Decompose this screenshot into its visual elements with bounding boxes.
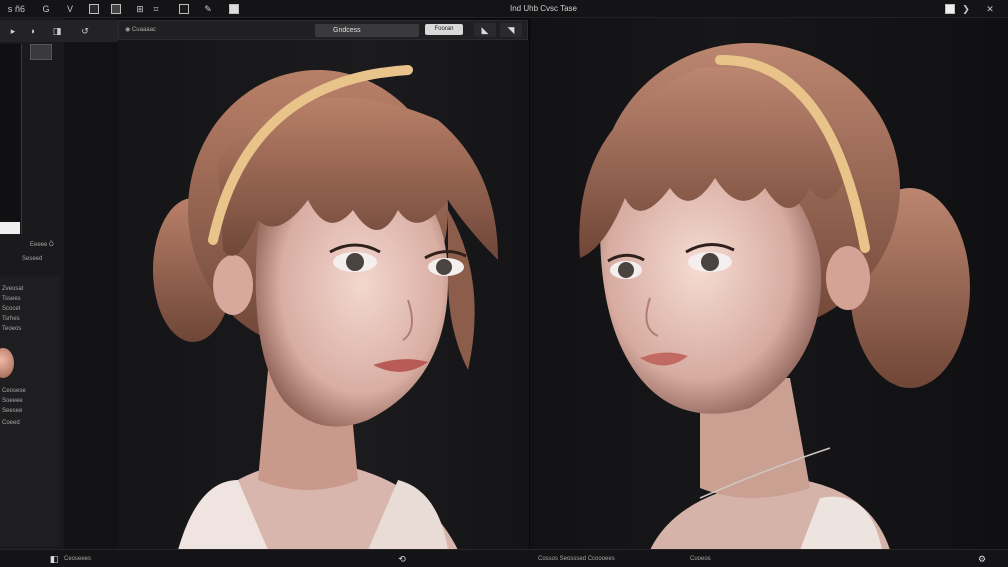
sync-icon[interactable]: ⟲: [396, 553, 408, 565]
close-icon[interactable]: ✕: [984, 2, 996, 16]
property-label: Tssees: [2, 296, 21, 302]
layer-icon[interactable]: ◗: [26, 24, 40, 38]
document-name[interactable]: Gndcess: [315, 24, 419, 37]
grid-icon[interactable]: ⊞: [134, 2, 146, 16]
layers-icon[interactable]: [110, 2, 122, 16]
portrait-left-image: [153, 65, 498, 550]
portrait-right-image: [579, 43, 970, 550]
pin-icon[interactable]: ▸: [6, 24, 20, 38]
histogram-level[interactable]: [0, 222, 20, 234]
window-title: Ind Uhb Cvsc Tase: [510, 4, 577, 13]
status-right-text: Cuoeos: [690, 556, 711, 562]
viewport-right[interactable]: [530, 18, 1008, 550]
search-field[interactable]: ◉ Cuaaaac: [125, 24, 215, 37]
document-bar: ◉ Cuaaaac Gndcess: [118, 20, 528, 40]
zoom-icon[interactable]: ◧: [48, 553, 60, 565]
info-icon[interactable]: [228, 2, 240, 16]
viewport-left[interactable]: [118, 40, 530, 550]
property-label: Scocet: [2, 306, 21, 312]
property-label: Teoeos: [2, 326, 22, 332]
shape-tool-icon[interactable]: ◥: [500, 23, 522, 37]
panel-label: Eeeee Ö: [30, 242, 54, 248]
property-label: Soeeee: [2, 398, 23, 404]
search-icon: ◉: [125, 27, 132, 33]
histogram-panel: [0, 44, 22, 234]
status-middle-text: Cossos Seosssed Ccoooees: [538, 556, 615, 562]
pen-tool-icon[interactable]: ◣: [474, 23, 496, 37]
crop-icon[interactable]: ⌗: [150, 2, 162, 16]
chevron-right-icon[interactable]: ❯: [960, 2, 972, 16]
property-label: Zveosat: [2, 286, 24, 292]
property-label: Ceosese: [2, 388, 26, 394]
property-label: Tsrhes: [2, 316, 20, 322]
menu-item-view[interactable]: V: [64, 2, 76, 16]
menu-item-file[interactable]: ñ6: [14, 2, 26, 16]
layer-thumbnail[interactable]: [30, 44, 52, 60]
frame-icon[interactable]: [178, 2, 190, 16]
history-icon[interactable]: ↺: [78, 24, 92, 38]
brush-icon[interactable]: ✎: [202, 2, 214, 16]
status-left-text: Ceoseees: [64, 556, 92, 562]
settings-icon[interactable]: ⚙: [976, 553, 988, 565]
left-panel-column: [64, 18, 118, 549]
document-icon[interactable]: [944, 2, 956, 16]
property-label: Seesee: [2, 408, 23, 414]
top-toolbar: s ñ6 G V ⊞ ⌗ ✎ Ind Uhb Cvsc Tase ❯ ✕: [0, 0, 1008, 18]
mode-badge[interactable]: Fooran: [425, 24, 463, 35]
folder-icon[interactable]: ◨: [50, 24, 64, 38]
property-label: Coeed: [2, 420, 20, 426]
status-bar: ◧ Ceoseees ⟲ Cossos Seosssed Ccoooees Cu…: [0, 549, 1008, 567]
panel-sublabel: Seseed: [22, 256, 43, 262]
menu-item-edit[interactable]: G: [40, 2, 52, 16]
square-tool-icon[interactable]: [88, 2, 100, 16]
